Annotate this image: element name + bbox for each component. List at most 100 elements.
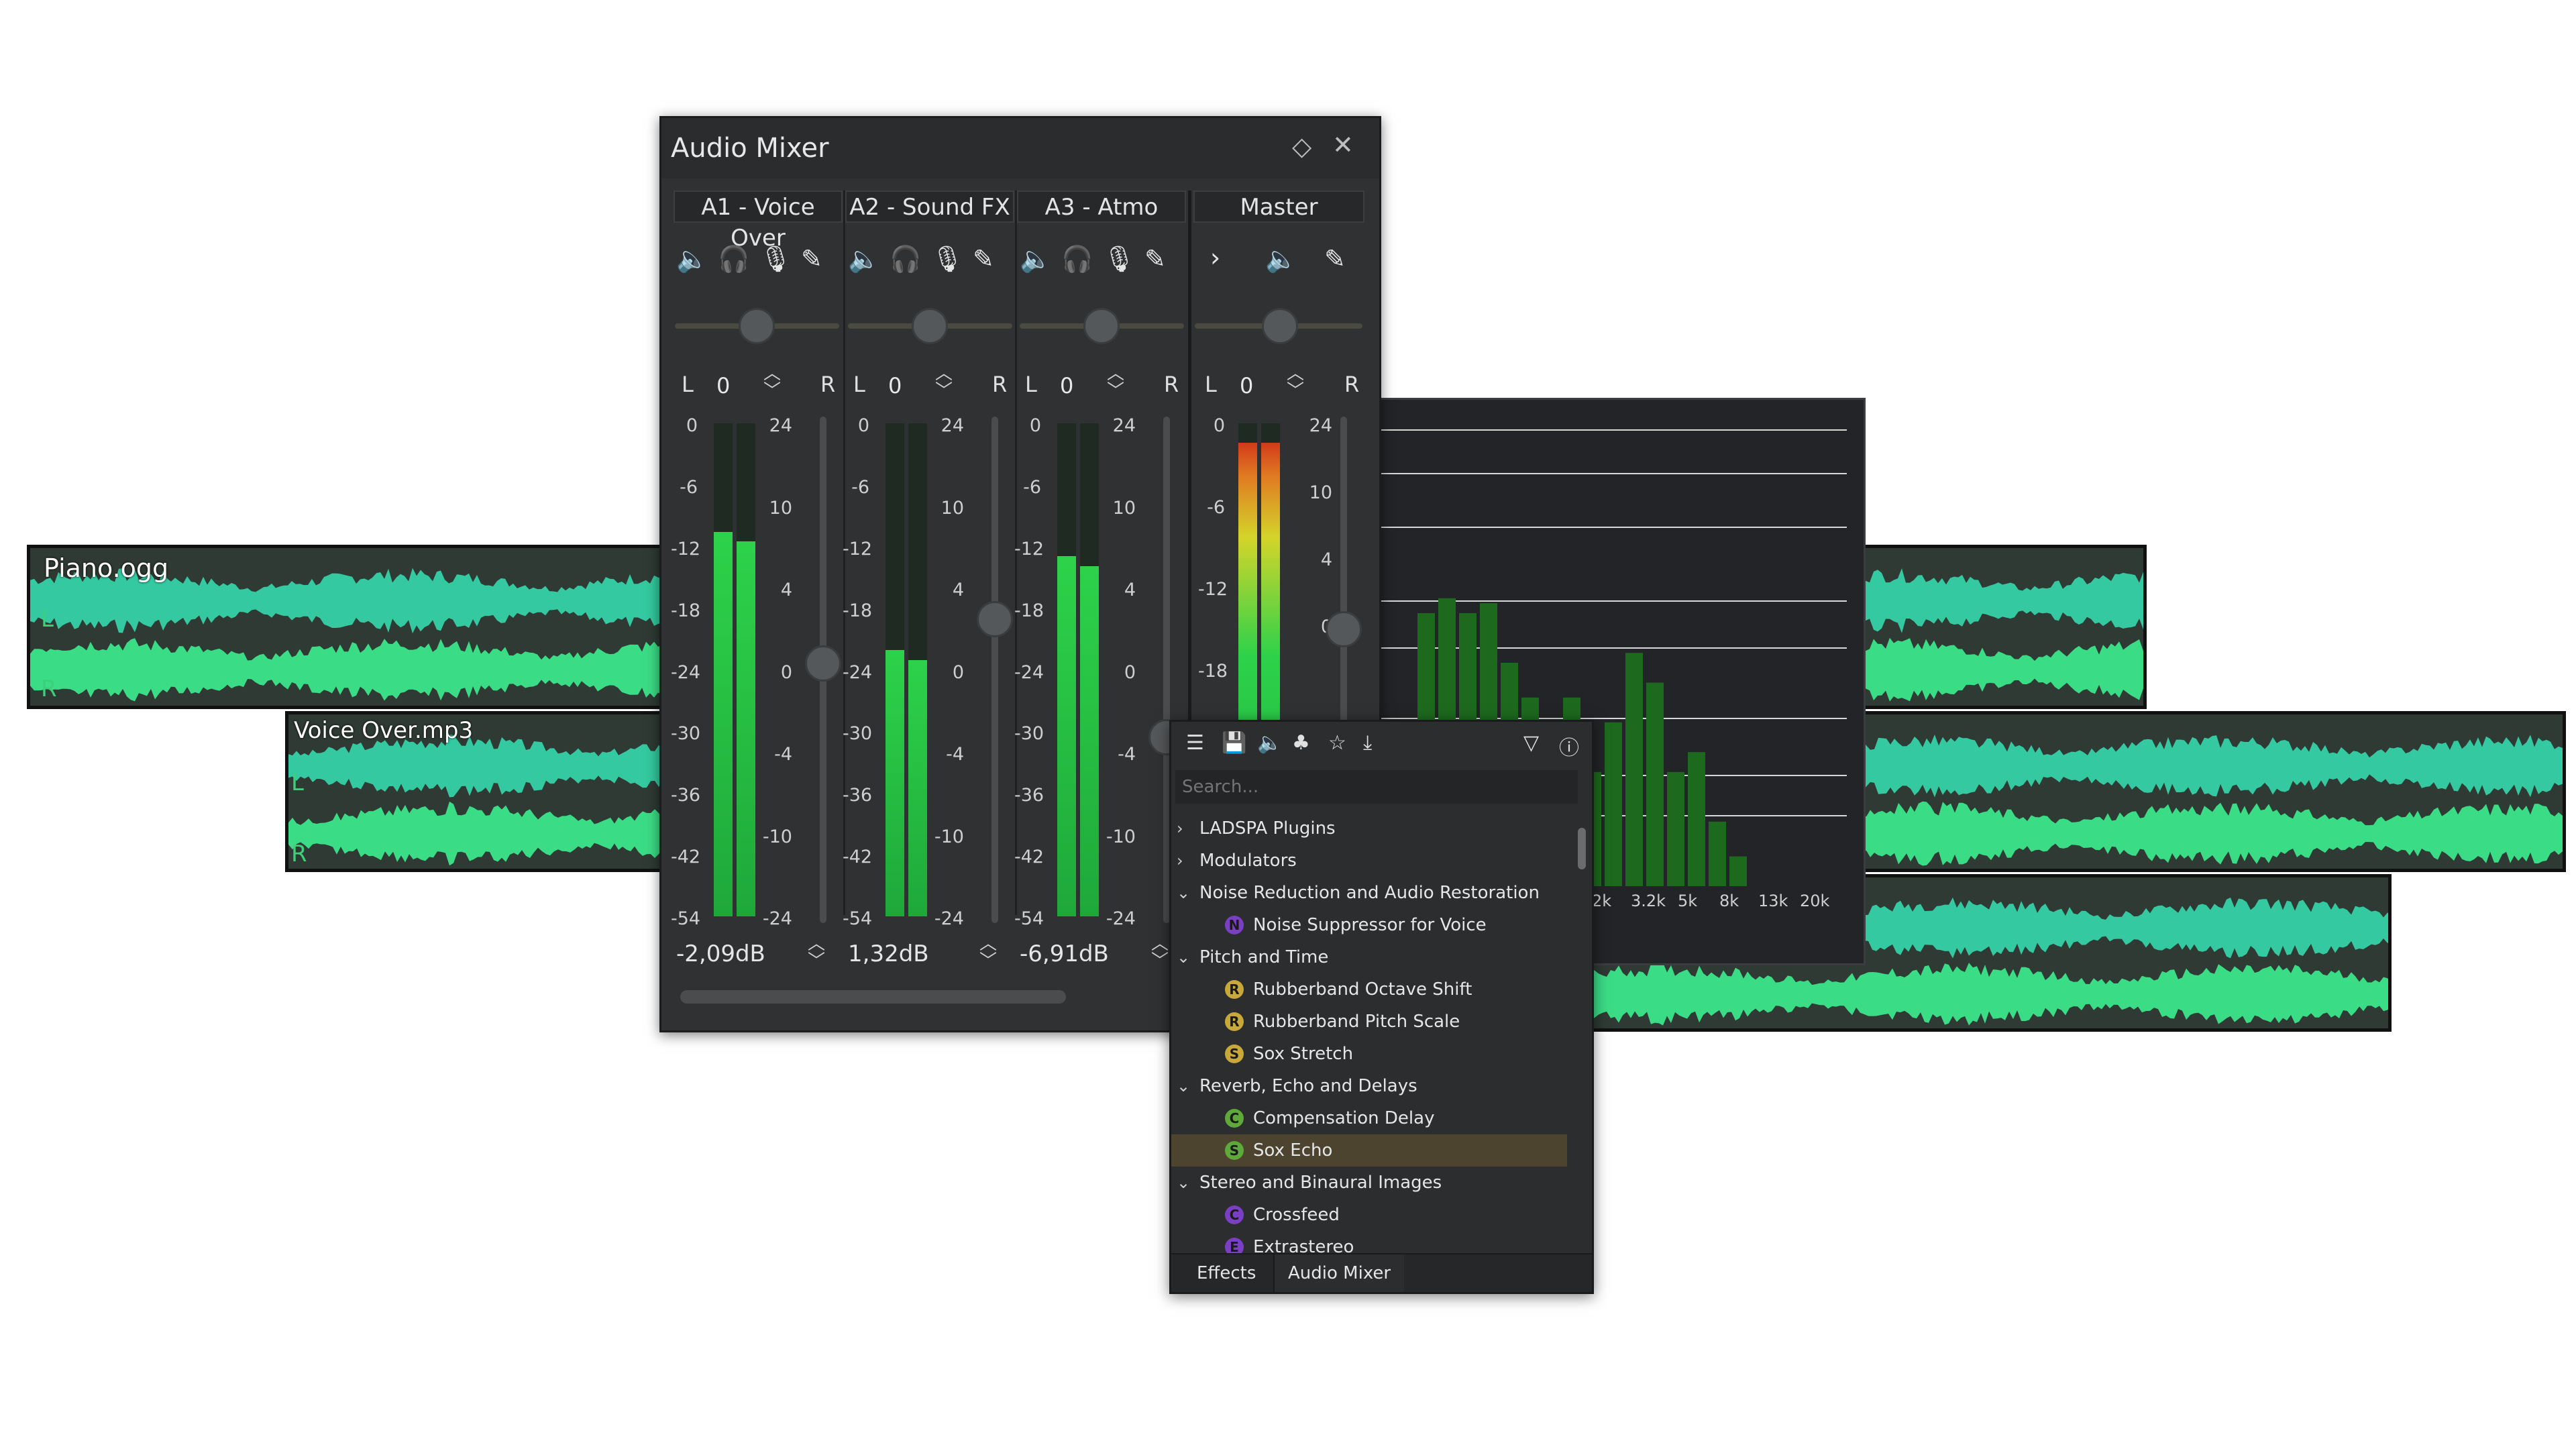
spin-arrows-icon[interactable]: ︿ ﹀ — [763, 365, 781, 400]
effect-wand-icon[interactable]: ✎ — [1324, 244, 1346, 274]
spin-arrows-icon[interactable]: ︿ ﹀ — [1151, 935, 1169, 970]
mute-icon[interactable]: 🔈 — [1020, 244, 1051, 274]
audio-icon[interactable]: 🔈 — [1257, 731, 1282, 755]
volume-fader-track[interactable] — [991, 417, 998, 923]
meter-scale-label: 0 — [857, 415, 869, 436]
level-meter — [737, 423, 755, 916]
headphones-icon[interactable]: 🎧 — [718, 244, 749, 274]
volume-fader-knob[interactable] — [977, 600, 1013, 637]
download-icon[interactable]: ⤓ — [1363, 731, 1372, 755]
effect-item[interactable]: C Crossfeed — [1171, 1199, 1567, 1231]
tab-audio-mixer[interactable]: Audio Mixer — [1273, 1254, 1405, 1292]
mute-icon[interactable]: 🔈 — [676, 244, 708, 274]
effect-item[interactable]: S Sox Echo — [1171, 1134, 1567, 1167]
spectrum-bar — [1625, 653, 1643, 886]
effect-item[interactable]: C Compensation Delay — [1171, 1102, 1567, 1134]
favorite-star-icon[interactable]: ☆ — [1328, 731, 1346, 755]
microphone-icon[interactable]: 🎙 — [759, 244, 792, 274]
meter-scale-label: -6 — [680, 476, 698, 498]
microphone-icon[interactable]: 🎙 — [931, 244, 963, 274]
effect-wand-icon[interactable]: ✎ — [1144, 244, 1166, 274]
effects-scrollbar[interactable] — [1578, 828, 1586, 869]
effect-wand-icon[interactable]: ✎ — [801, 244, 822, 274]
chevron-down-icon[interactable]: ⌄ — [1177, 1167, 1190, 1199]
meter-scale-label: -12 — [843, 538, 873, 559]
horizontal-scrollbar[interactable] — [680, 990, 1066, 1004]
meter-scale-label: -54 — [843, 908, 873, 929]
effect-category[interactable]: ⌄ Noise Reduction and Audio Restoration — [1171, 877, 1567, 909]
chevron-right-icon[interactable]: › — [1210, 243, 1220, 272]
spin-arrows-icon[interactable]: ︿ ﹀ — [808, 935, 825, 970]
effects-search-input[interactable] — [1175, 770, 1578, 804]
pan-knob[interactable] — [1262, 308, 1298, 344]
pan-left-label: L — [682, 372, 694, 397]
save-icon[interactable]: 💾 — [1222, 731, 1246, 755]
effect-item[interactable]: S Sox Stretch — [1171, 1038, 1567, 1070]
fader-scale-label: 10 — [941, 497, 964, 519]
effect-badge-icon: N — [1225, 916, 1244, 934]
channel-left-label: L — [291, 769, 304, 796]
effect-badge-icon: R — [1225, 980, 1244, 999]
gain-value[interactable]: -2,09dB — [676, 941, 765, 967]
effect-category[interactable]: › LADSPA Plugins — [1171, 812, 1567, 845]
pan-spinbox[interactable]: 0 — [1240, 373, 1253, 398]
effect-item[interactable]: N Noise Suppressor for Voice — [1171, 909, 1567, 941]
chevron-down-icon[interactable]: ⌄ — [1177, 941, 1190, 973]
effect-category[interactable]: ⌄ Stereo and Binaural Images — [1171, 1167, 1567, 1199]
fader-scale-label: -24 — [934, 908, 964, 929]
info-icon[interactable]: ⓘ — [1559, 731, 1579, 761]
mute-icon[interactable]: 🔈 — [1265, 244, 1297, 274]
meter-scale-label: -24 — [1014, 661, 1044, 683]
meter-scale-label: -12 — [671, 538, 701, 559]
gain-value[interactable]: 1,32dB — [848, 941, 929, 967]
meter-scale-label: 0 — [1213, 415, 1225, 436]
volume-fader-knob[interactable] — [805, 645, 841, 682]
chevron-right-icon[interactable]: › — [1177, 812, 1183, 845]
pan-left-label: L — [1205, 372, 1217, 397]
close-icon[interactable]: ✕ — [1332, 130, 1354, 160]
headphones-icon[interactable]: 🎧 — [1061, 244, 1093, 274]
effect-category[interactable]: › Modulators — [1171, 845, 1567, 877]
gain-value[interactable]: -6,91dB — [1020, 941, 1109, 967]
effect-label: Sox Stretch — [1253, 1044, 1354, 1064]
fader-scale-label: 24 — [769, 415, 792, 436]
effect-item[interactable]: R Rubberband Octave Shift — [1171, 973, 1567, 1006]
chevron-down-icon[interactable]: ⌄ — [1177, 877, 1190, 909]
effect-item[interactable]: R Rubberband Pitch Scale — [1171, 1006, 1567, 1038]
custom-effects-icon[interactable]: ♣ — [1292, 731, 1310, 755]
fader-scale-label: 10 — [769, 497, 792, 519]
effect-badge-icon: S — [1225, 1141, 1244, 1160]
microphone-icon[interactable]: 🎙 — [1103, 244, 1135, 274]
effect-wand-icon[interactable]: ✎ — [973, 244, 994, 274]
effect-category[interactable]: ⌄ Reverb, Echo and Delays — [1171, 1070, 1567, 1102]
filter-icon[interactable]: ▽ — [1523, 731, 1539, 755]
spectrum-bar — [1709, 821, 1726, 886]
fader-scale-label: -4 — [946, 744, 964, 765]
pan-knob[interactable] — [1083, 308, 1120, 344]
effects-panel: ☰ 💾 🔈 ♣ ☆ ⤓ ▽ ⓘ › LADSPA Plugins › Modulato… — [1169, 720, 1594, 1294]
effect-category[interactable]: ⌄ Pitch and Time — [1171, 941, 1567, 973]
meter-scale-label: 0 — [686, 415, 698, 436]
headphones-icon[interactable]: 🎧 — [890, 244, 921, 274]
fader-scale-label: 24 — [941, 415, 964, 436]
spin-arrows-icon[interactable]: ︿ ﹀ — [1287, 365, 1304, 400]
pan-spinbox[interactable]: 0 — [888, 373, 902, 398]
pan-knob[interactable] — [912, 308, 948, 344]
spectrum-bar — [1688, 752, 1705, 886]
pan-spinbox[interactable]: 0 — [1060, 373, 1073, 398]
chevron-right-icon[interactable]: › — [1177, 845, 1183, 877]
spin-arrows-icon[interactable]: ︿ ﹀ — [979, 935, 997, 970]
pan-right-label: R — [820, 372, 836, 397]
diamond-icon[interactable]: ◇ — [1292, 131, 1311, 161]
pan-knob[interactable] — [739, 308, 775, 344]
chevron-down-icon[interactable]: ⌄ — [1177, 1070, 1190, 1102]
volume-fader-knob[interactable] — [1326, 611, 1362, 647]
track-title: Voice Over.mp3 — [294, 717, 474, 744]
list-icon[interactable]: ☰ — [1186, 731, 1204, 755]
pan-spinbox[interactable]: 0 — [716, 373, 730, 398]
tab-effects[interactable]: Effects — [1183, 1254, 1269, 1292]
mute-icon[interactable]: 🔈 — [848, 244, 879, 274]
spin-arrows-icon[interactable]: ︿ ﹀ — [935, 365, 953, 400]
meter-scale-label: -6 — [1023, 476, 1041, 498]
spin-arrows-icon[interactable]: ︿ ﹀ — [1107, 365, 1124, 400]
